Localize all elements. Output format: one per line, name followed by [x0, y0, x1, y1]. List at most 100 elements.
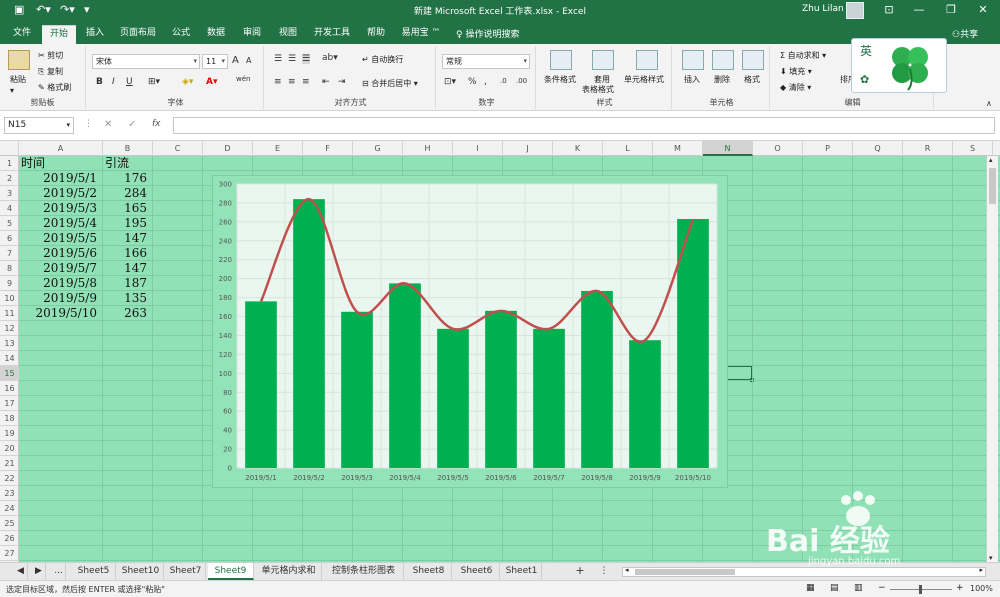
align-right-icon[interactable]: ≡ [302, 77, 310, 87]
row-header-5[interactable]: 5 [0, 216, 19, 231]
clover-badge[interactable]: 英 ✿ [851, 38, 947, 93]
insert-function-icon[interactable]: fx [152, 119, 161, 129]
row-header-13[interactable]: 13 [0, 336, 19, 351]
row-header-7[interactable]: 7 [0, 246, 19, 261]
tab-home[interactable]: 开始 [42, 25, 76, 44]
align-bottom-icon[interactable]: ☰ [302, 54, 311, 64]
minimize-button[interactable]: — [906, 3, 932, 16]
row-header-15[interactable]: 15 [0, 366, 19, 381]
sheet-tab-8[interactable]: Sheet1 [502, 563, 542, 580]
tab-data[interactable]: 数据 [200, 25, 232, 44]
add-sheet-button[interactable]: + [572, 563, 588, 580]
insert-cells-icon[interactable] [682, 50, 704, 70]
paste-button[interactable]: 粘贴 [10, 74, 26, 85]
row-header-24[interactable]: 24 [0, 501, 19, 516]
column-header-r[interactable]: R [903, 141, 953, 156]
sheet-tab-0[interactable]: Sheet5 [72, 563, 116, 580]
tab-page-layout[interactable]: 页面布局 [114, 25, 162, 44]
cell-styles-button[interactable]: 单元格样式 [624, 74, 664, 85]
conditional-format-button[interactable]: 条件格式 [544, 74, 576, 85]
format-cells-button[interactable]: 格式 [744, 74, 760, 85]
formula-input[interactable] [173, 117, 995, 134]
format-cells-icon[interactable] [742, 50, 764, 70]
sheet-tab-4[interactable]: 单元格内求和 [256, 563, 322, 580]
orientation-icon[interactable]: ab▾ [322, 53, 338, 63]
enter-icon[interactable]: ✓ [128, 119, 136, 130]
percent-button[interactable]: % [468, 77, 477, 87]
cell-value[interactable]: 176 [103, 171, 151, 186]
row-header-6[interactable]: 6 [0, 231, 19, 246]
clear-button[interactable]: ◆ 清除 ▾ [780, 82, 811, 93]
page-layout-view-icon[interactable]: ▤ [830, 583, 839, 593]
chart-area[interactable]: 0 20 40 60 80 100 120 140 160 180 200 220 240 260 280 3… [212, 175, 728, 488]
cell-value[interactable]: 147 [103, 261, 151, 276]
cell-date[interactable]: 2019/5/4 [19, 216, 101, 231]
sheet-tab-1[interactable]: Sheet10 [118, 563, 164, 580]
currency-icon[interactable]: ⊡▾ [444, 77, 456, 87]
align-center-icon[interactable]: ≡ [288, 77, 296, 87]
column-header-l[interactable]: L [603, 141, 653, 156]
delete-cells-button[interactable]: 删除 [714, 74, 730, 85]
fill-color-icon[interactable]: ◈▾ [182, 77, 193, 87]
font-size-select[interactable]: 11 ▾ [202, 54, 228, 69]
settings-gear-icon[interactable]: ✿ [860, 73, 869, 86]
copy-button[interactable]: ⎘ 复制 [38, 66, 63, 77]
row-header-10[interactable]: 10 [0, 291, 19, 306]
grow-font-icon[interactable]: A [232, 55, 239, 66]
delete-cells-icon[interactable] [712, 50, 734, 70]
row-header-21[interactable]: 21 [0, 456, 19, 471]
row-header-9[interactable]: 9 [0, 276, 19, 291]
scroll-right-arrow-icon[interactable]: ▸ [979, 566, 983, 574]
cell-value[interactable]: 147 [103, 231, 151, 246]
font-color-icon[interactable]: A▾ [206, 77, 217, 87]
decimal-decrease-icon[interactable]: .00 [516, 77, 527, 85]
scroll-down-icon[interactable]: ▾ [989, 554, 993, 562]
number-format-select[interactable]: 常规 ▾ [442, 54, 530, 69]
scroll-thumb-vertical[interactable] [989, 168, 996, 204]
phonetic-icon[interactable]: wén [236, 75, 250, 83]
column-header-k[interactable]: K [553, 141, 603, 156]
row-header-4[interactable]: 4 [0, 201, 19, 216]
cell-date[interactable]: 2019/5/5 [19, 231, 101, 246]
conditional-format-icon[interactable] [550, 50, 572, 70]
cell-date[interactable]: 2019/5/8 [19, 276, 101, 291]
tell-me-search[interactable]: ♀ 操作说明搜索 [456, 27, 519, 40]
cell-date[interactable]: 2019/5/2 [19, 186, 101, 201]
sheet-tab-5[interactable]: 控制条柱形图表 [324, 563, 404, 580]
cell-b1-header[interactable]: 引流 [103, 156, 151, 171]
column-header-a[interactable]: A [19, 141, 103, 156]
row-header-3[interactable]: 3 [0, 186, 19, 201]
tab-view[interactable]: 视图 [272, 25, 304, 44]
page-break-view-icon[interactable]: ▥ [854, 583, 863, 593]
column-header-g[interactable]: G [353, 141, 403, 156]
select-all-corner[interactable] [0, 141, 19, 156]
cell-value[interactable]: 284 [103, 186, 151, 201]
paste-dropdown-icon[interactable]: ▾ [10, 86, 14, 95]
cell-value[interactable]: 166 [103, 246, 151, 261]
row-header-23[interactable]: 23 [0, 486, 19, 501]
user-name[interactable]: Zhu Lilan [802, 4, 844, 14]
column-header-c[interactable]: C [153, 141, 203, 156]
tab-review[interactable]: 审阅 [236, 25, 268, 44]
scroll-left-icon[interactable]: ◀ [14, 563, 28, 580]
align-left-icon[interactable]: ≡ [274, 77, 282, 87]
column-header-e[interactable]: E [253, 141, 303, 156]
comma-button[interactable]: , [484, 77, 487, 87]
zoom-slider-thumb[interactable] [919, 585, 922, 594]
indent-increase-icon[interactable]: ⇥ [338, 77, 346, 87]
decimal-increase-icon[interactable]: .0 [500, 77, 507, 85]
restore-button[interactable]: ❐ [938, 3, 964, 16]
cell-a1-header[interactable]: 时间 [19, 156, 101, 171]
column-header-o[interactable]: O [753, 141, 803, 156]
sheet-tab-6[interactable]: Sheet8 [406, 563, 452, 580]
border-icon[interactable]: ⊞▾ [148, 77, 160, 87]
cell-date[interactable]: 2019/5/3 [19, 201, 101, 216]
cell-date[interactable]: 2019/5/10 [19, 306, 101, 321]
bold-button[interactable]: B [96, 77, 103, 87]
underline-button[interactable]: U [126, 77, 133, 87]
row-header-27[interactable]: 27 [0, 546, 19, 561]
collapse-ribbon-icon[interactable]: ∧ [986, 99, 992, 108]
scroll-up-icon[interactable]: ▴ [989, 156, 993, 164]
sheet-tab-3[interactable]: Sheet9 [208, 563, 254, 580]
row-header-17[interactable]: 17 [0, 396, 19, 411]
